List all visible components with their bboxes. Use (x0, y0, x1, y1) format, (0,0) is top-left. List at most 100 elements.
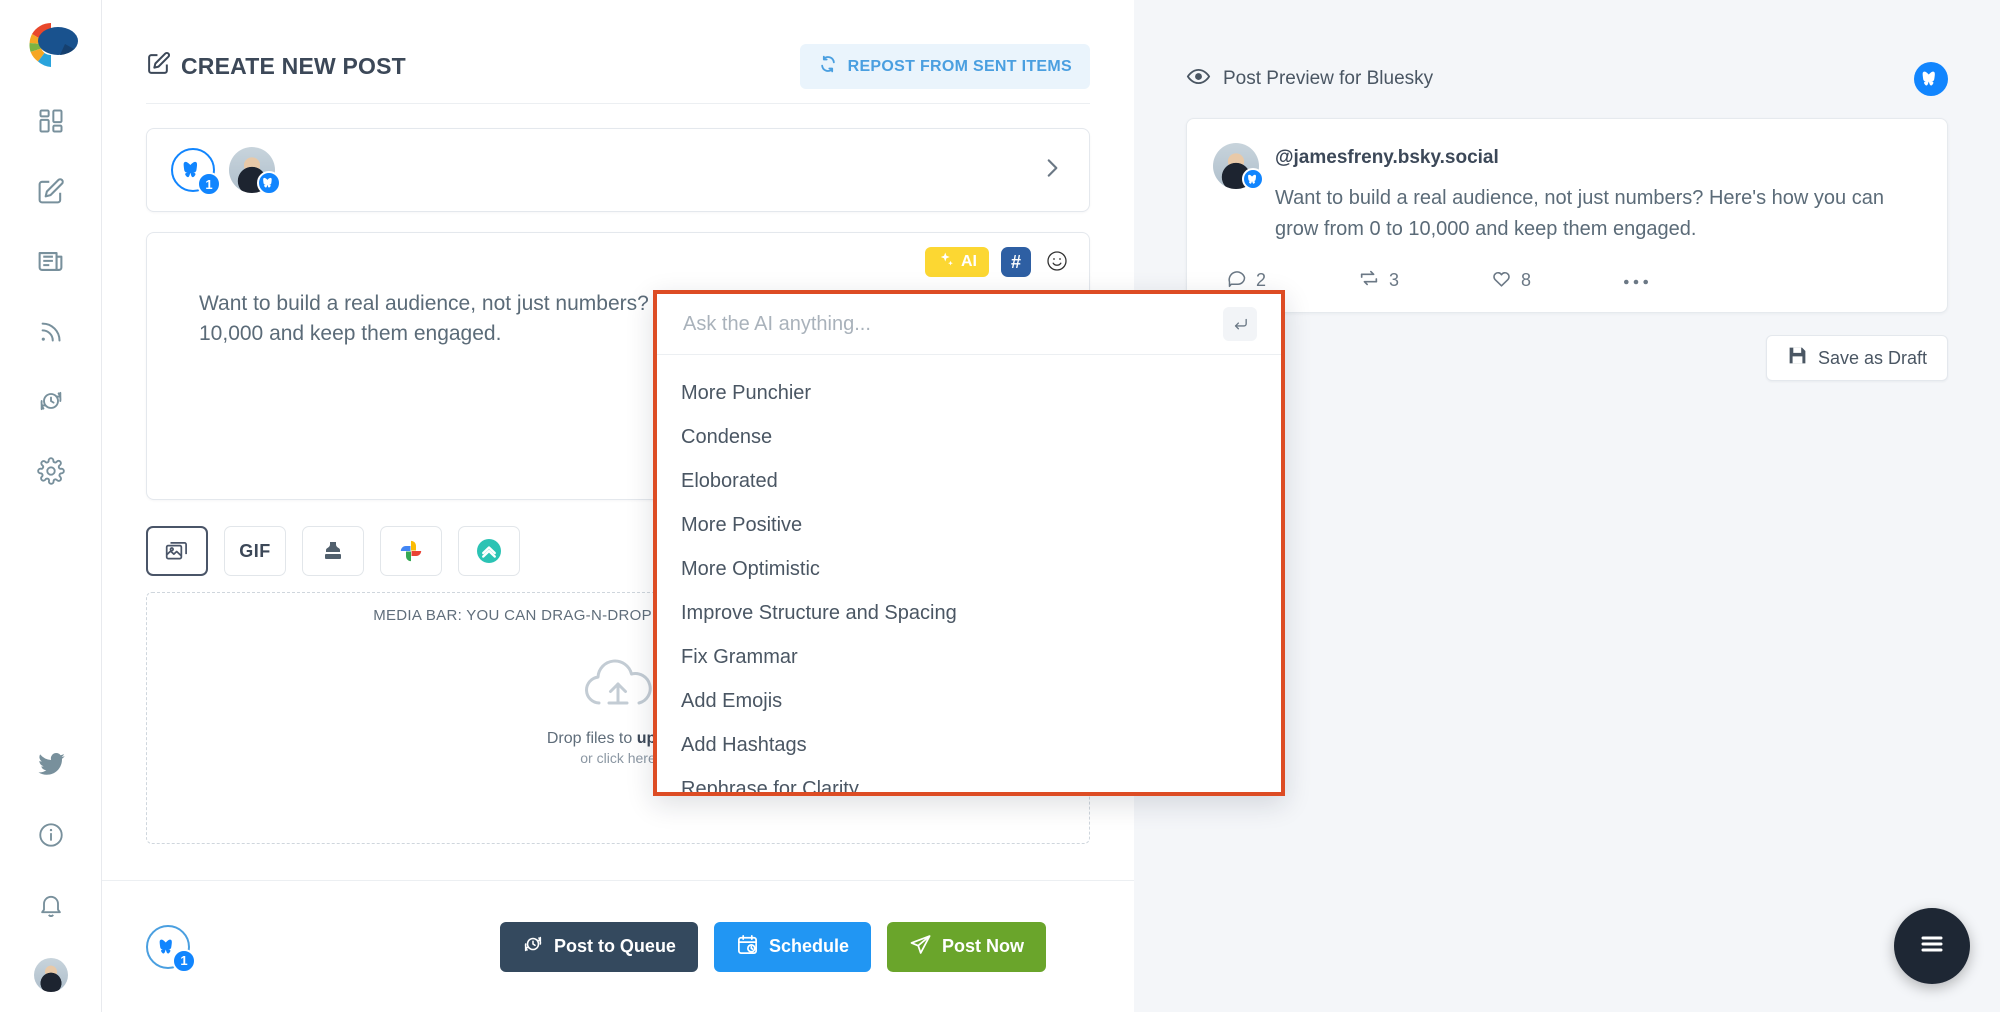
bluesky-butterfly-icon (1242, 168, 1264, 190)
ai-option-fix-grammar[interactable]: Fix Grammar (657, 635, 1281, 679)
ai-option-add-hashtags[interactable]: Add Hashtags (657, 723, 1281, 767)
sidebar-nav-top (28, 98, 74, 494)
ai-assist-button[interactable]: AI (925, 247, 989, 277)
enter-return-icon[interactable] (1223, 307, 1257, 342)
ai-option-add-emojis[interactable]: Add Emojis (657, 679, 1281, 723)
avatar (1213, 143, 1264, 190)
paper-plane-icon (909, 933, 932, 961)
sidebar-item-queue[interactable] (28, 378, 74, 424)
refresh-icon (818, 54, 838, 79)
page-title-text: CREATE NEW POST (181, 53, 406, 79)
media-image-button[interactable] (146, 526, 208, 576)
clock-refresh-icon (522, 933, 544, 960)
media-google-photos-button[interactable] (380, 526, 442, 576)
ai-option-more-positive[interactable]: More Positive (657, 503, 1281, 547)
preview-body-text: Want to build a real audience, not just … (1275, 187, 1884, 240)
post-to-queue-button[interactable]: Post to Queue (499, 921, 698, 972)
sidebar-item-posts[interactable] (28, 238, 74, 284)
media-stock-button[interactable] (302, 526, 364, 576)
sidebar-item-dashboard[interactable] (28, 98, 74, 144)
ai-prompt-input[interactable] (681, 311, 1223, 337)
repeat-icon (1358, 267, 1380, 294)
repost-label: REPOST FROM SENT ITEMS (847, 57, 1072, 75)
sidebar-item-notifications[interactable] (28, 882, 74, 928)
hamburger-menu-icon (1917, 932, 1947, 961)
heart-icon (1491, 268, 1512, 294)
preview-post-card: @jamesfreny.bsky.social Want to build a … (1186, 118, 1948, 313)
media-gif-button[interactable]: GIF (224, 526, 286, 576)
cloud-upload-icon (579, 659, 657, 721)
editor-toolbar: AI # (925, 247, 1071, 277)
selected-network-bluesky[interactable]: 1 (171, 148, 221, 196)
post-now-label: Post Now (941, 936, 1024, 956)
sidebar-nav-bottom (28, 742, 74, 998)
title-divider (146, 103, 1090, 104)
preview-header: Post Preview for Bluesky (1134, 0, 2000, 96)
post-to-queue-label: Post to Queue (553, 936, 676, 956)
gif-icon: GIF (239, 540, 271, 561)
preview-title-text: Post Preview for Bluesky (1223, 68, 1434, 89)
page-title: CREATE NEW POST (146, 51, 406, 82)
save-as-draft-label: Save as Draft (1817, 347, 1927, 368)
sidebar-item-create-post[interactable] (28, 168, 74, 214)
eye-icon (1186, 64, 1211, 95)
sidebar-item-settings[interactable] (28, 448, 74, 494)
repost-from-sent-items-button[interactable]: REPOST FROM SENT ITEMS (799, 44, 1090, 89)
app-root: CREATE NEW POST REPOST FROM SENT ITEMS 1 (0, 0, 2000, 1012)
preview-handle: @jamesfreny.bsky.social (1275, 147, 1499, 168)
account-selector[interactable]: 1 (146, 128, 1090, 212)
reply-count: 2 (1256, 270, 1267, 290)
hashtag-button[interactable]: # (1001, 247, 1031, 277)
floating-menu-button[interactable] (1894, 908, 1970, 984)
repost-stat[interactable]: 3 (1358, 267, 1399, 294)
circleboom-logo[interactable] (20, 14, 82, 76)
sidebar-item-twitter[interactable] (28, 742, 74, 788)
composer-header: CREATE NEW POST REPOST FROM SENT ITEMS (102, 0, 1134, 89)
draft-row: Save as Draft (1186, 335, 1948, 381)
sparkle-icon (937, 251, 955, 274)
ellipsis-icon (1623, 270, 1649, 291)
ai-option-rephrase-for-clarity[interactable]: Rephrase for Clarity (657, 767, 1281, 792)
ai-option-condense[interactable]: Condense (657, 415, 1281, 459)
sidebar (0, 0, 102, 1012)
ai-button-label: AI (961, 253, 977, 270)
save-as-draft-button[interactable]: Save as Draft (1765, 335, 1948, 381)
footer-account-count: 1 (172, 948, 196, 973)
selected-account-count: 1 (197, 172, 221, 196)
smiley-icon (1045, 249, 1069, 276)
footer-account-badge[interactable]: 1 (146, 924, 196, 973)
emoji-button[interactable] (1043, 248, 1071, 276)
hashtag-icon: # (1010, 251, 1021, 272)
ai-option-more-optimistic[interactable]: More Optimistic (657, 547, 1281, 591)
sidebar-item-info[interactable] (28, 812, 74, 858)
ai-suggestions-list: More Punchier Condense Eloborated More P… (657, 355, 1281, 792)
bluesky-butterfly-icon (1914, 62, 1948, 96)
sidebar-item-rss[interactable] (28, 308, 74, 354)
ai-assistant-dropdown: More Punchier Condense Eloborated More P… (653, 290, 1285, 796)
account-avatar[interactable] (229, 147, 281, 195)
dropzone-drop-prefix: Drop files to (546, 730, 637, 747)
preview-title: Post Preview for Bluesky (1186, 64, 1433, 95)
footer-actions: Post to Queue Schedule Post Now (499, 921, 1046, 972)
ai-option-eloborated[interactable]: Eloborated (657, 459, 1281, 503)
compose-pencil-icon (146, 51, 171, 82)
like-count: 8 (1521, 270, 1532, 290)
teal-up-arrow-icon (477, 539, 501, 563)
chevron-right-icon[interactable] (1039, 155, 1065, 186)
like-stat[interactable]: 8 (1491, 268, 1531, 294)
composer-footer: 1 Post to Queue Schedule Post Now (102, 880, 1134, 1012)
sidebar-item-account[interactable] (28, 952, 74, 998)
ai-option-more-punchier[interactable]: More Punchier (657, 371, 1281, 415)
ai-search-row (657, 294, 1281, 356)
schedule-button[interactable]: Schedule (713, 921, 871, 972)
floppy-save-icon (1787, 345, 1808, 371)
more-options-button[interactable] (1623, 270, 1649, 291)
bluesky-butterfly-icon (257, 171, 281, 195)
media-canva-button[interactable] (458, 526, 520, 576)
preview-engagement-stats: 2 3 8 (1213, 267, 1921, 294)
post-now-button[interactable]: Post Now (886, 921, 1046, 972)
ai-option-improve-structure-and-spacing[interactable]: Improve Structure and Spacing (657, 591, 1281, 635)
schedule-label: Schedule (768, 936, 849, 956)
preview-author-row: @jamesfreny.bsky.social Want to build a … (1213, 143, 1921, 245)
footer-network-bluesky[interactable]: 1 (146, 924, 196, 973)
